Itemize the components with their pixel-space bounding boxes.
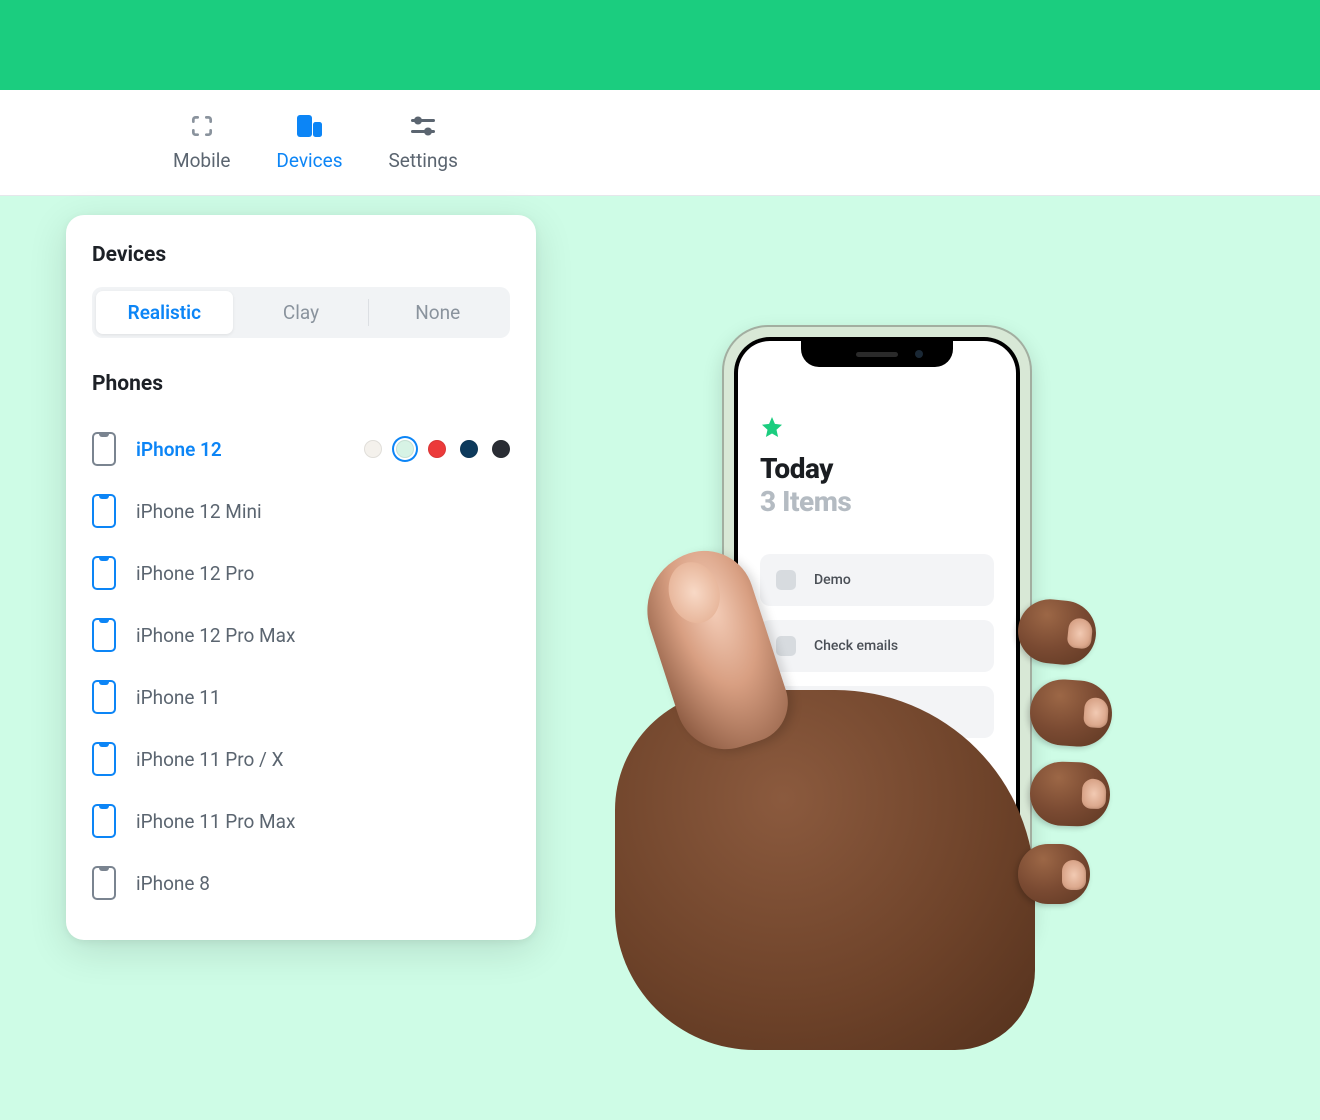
color-swatch-navy[interactable] [460,440,478,458]
todo-item[interactable]: Demo [760,554,994,606]
todo-item[interactable]: Check emails [760,620,994,672]
phone-preview-scene: Today 3 Items Demo Check emails Water pl… [560,250,1130,1010]
device-row-iphone-12[interactable]: iPhone 12 [92,418,510,480]
device-label: iPhone 11 [136,686,510,709]
phone-icon [92,494,116,528]
phone-icon [92,742,116,776]
device-row-iphone-12-pro-max[interactable]: iPhone 12 Pro Max [92,604,510,666]
hand-finger [1018,844,1090,904]
device-row-iphone-8[interactable]: iPhone 8 [92,852,510,914]
style-segmented-control: Realistic Clay None [92,287,510,338]
sliders-icon [410,113,436,139]
device-label: iPhone 11 Pro / X [136,748,510,771]
device-row-iphone-12-mini[interactable]: iPhone 12 Mini [92,480,510,542]
phone-notch [801,341,953,367]
device-label: iPhone 12 Mini [136,500,510,523]
app-title: Today [760,452,994,485]
device-row-iphone-12-pro[interactable]: iPhone 12 Pro [92,542,510,604]
device-label: iPhone 12 [136,438,344,461]
devices-panel: Devices Realistic Clay None Phones iPhon… [66,215,536,940]
phone-icon [92,618,116,652]
device-label: iPhone 11 Pro Max [136,810,510,833]
phone-icon [92,432,116,466]
app-subtitle: 3 Items [760,485,994,518]
phone-icon [92,680,116,714]
devices-icon [295,113,323,139]
phone-icon [92,556,116,590]
device-label: iPhone 12 Pro Max [136,624,510,647]
phone-icon [92,866,116,900]
phone-icon [92,804,116,838]
segment-clay[interactable]: Clay [233,291,370,334]
nav-tab-label: Mobile [173,149,230,172]
nav-tab-label: Settings [389,149,458,172]
color-swatches [364,440,510,458]
panel-title: Devices [92,243,510,267]
device-row-iphone-11-pro-max[interactable]: iPhone 11 Pro Max [92,790,510,852]
todo-label: Check emails [814,638,898,654]
hand-finger [1029,761,1111,828]
section-heading-phones: Phones [92,372,510,396]
color-swatch-white[interactable] [364,440,382,458]
color-swatch-red[interactable] [428,440,446,458]
segment-realistic[interactable]: Realistic [96,291,233,334]
star-icon [760,415,994,446]
todo-label: Demo [814,572,851,588]
hand-palm [615,690,1035,1050]
nav-bar: Mobile Devices Settings [0,90,1320,196]
hand-finger [1028,677,1114,749]
color-swatch-black[interactable] [492,440,510,458]
color-swatch-mint[interactable] [396,440,414,458]
top-banner [0,0,1320,90]
nav-tab-label: Devices [276,149,342,172]
segment-none[interactable]: None [369,291,506,334]
device-label: iPhone 12 Pro [136,562,510,585]
nav-tab-mobile[interactable]: Mobile [155,105,248,180]
device-row-iphone-11[interactable]: iPhone 11 [92,666,510,728]
checkbox-icon[interactable] [776,570,796,590]
device-label: iPhone 8 [136,872,510,895]
fullscreen-icon [189,113,215,139]
nav-tab-devices[interactable]: Devices [258,105,360,180]
device-row-iphone-11-pro-x[interactable]: iPhone 11 Pro / X [92,728,510,790]
checkbox-icon[interactable] [776,636,796,656]
nav-tab-settings[interactable]: Settings [371,105,476,180]
